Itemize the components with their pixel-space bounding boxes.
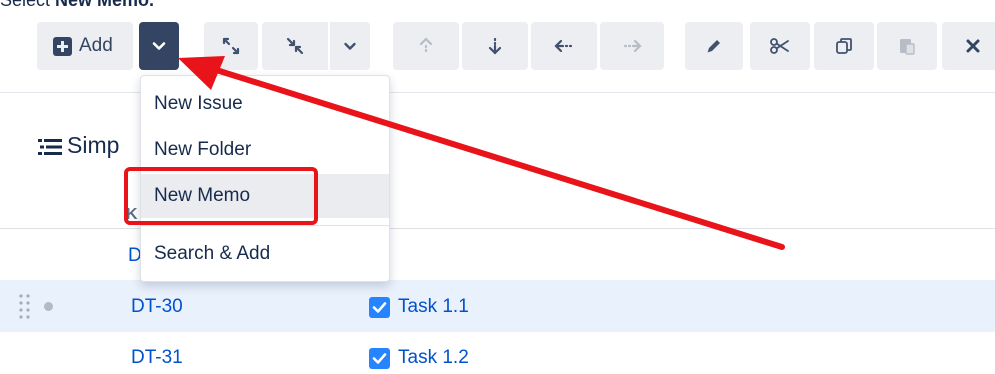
collapse-icon [286,37,304,55]
row-summary[interactable]: Task 1.1 [369,295,469,319]
collapse-button[interactable] [262,22,328,70]
menu-item-search-add[interactable]: Search & Add [141,232,389,276]
add-button-label: Add [79,35,113,56]
paste-icon [900,39,915,55]
row-key[interactable]: DT-30 [131,295,183,319]
arrow-down-icon [488,37,502,55]
move-down-button[interactable] [462,22,528,70]
collapse-dropdown-button[interactable] [330,22,370,70]
drag-handle-icon[interactable] [18,292,32,320]
close-icon [966,39,980,53]
remove-button[interactable] [942,22,995,70]
chevron-down-icon [152,42,166,50]
arrow-left-icon [554,39,573,53]
checkbox-icon [369,296,390,318]
plus-square-icon [53,36,72,56]
add-button[interactable]: Add [37,22,133,70]
expand-icon [222,37,240,55]
add-dropdown-button[interactable] [139,22,179,70]
menu-separator [141,225,389,226]
arrow-up-icon [419,37,433,53]
edit-button[interactable] [685,22,743,70]
checkbox-icon [369,347,390,369]
expand-button[interactable] [204,22,258,70]
copy-icon [836,38,852,54]
row-summary[interactable]: Task 1.2 [369,346,469,370]
annotation-highlight-box [124,167,318,225]
copy-button[interactable] [814,22,874,70]
move-up-button[interactable] [393,22,459,70]
arrow-right-icon [623,39,642,53]
row-key[interactable]: DT-31 [131,346,183,370]
move-right-button[interactable] [600,22,664,70]
move-left-button[interactable] [531,22,597,70]
structure-title: Simp [67,132,120,158]
menu-item-new-issue[interactable]: New Issue [141,82,389,126]
pencil-icon [707,40,720,53]
instruction-text: Select New Memo. [0,0,155,10]
structure-icon [38,139,62,155]
paste-button[interactable] [877,22,937,70]
menu-item-new-folder[interactable]: New Folder [141,128,389,172]
scissors-icon [770,38,789,54]
chevron-down-icon [344,42,356,50]
row-status-dot [44,302,53,311]
cut-button[interactable] [750,22,810,70]
